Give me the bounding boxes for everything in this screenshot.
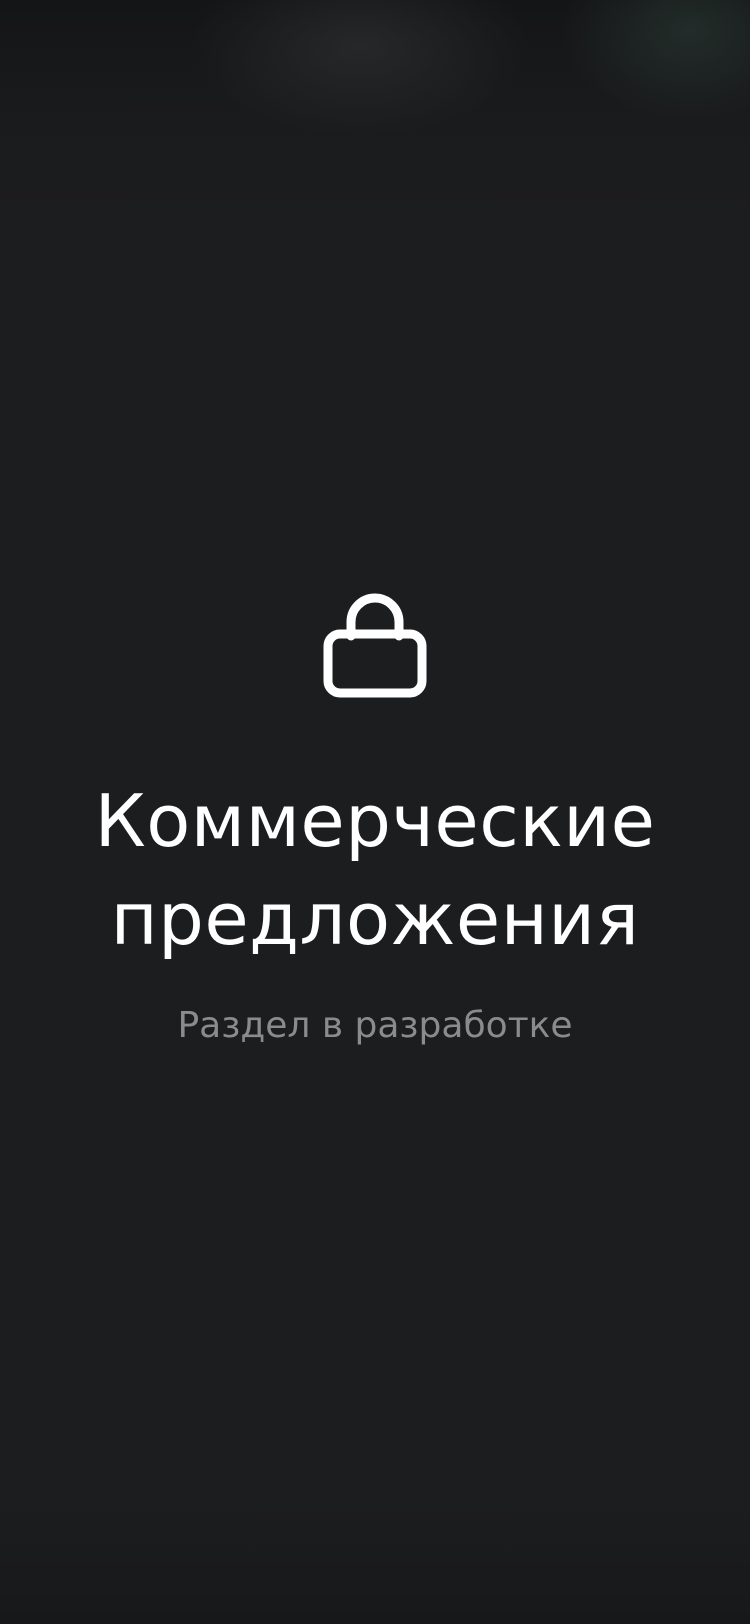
page-title-line-1: Коммерческие	[94, 779, 656, 863]
page-title-line-2: предложения	[110, 877, 640, 961]
status-subtitle: Раздел в разработке	[177, 1005, 573, 1046]
lock-icon	[323, 593, 427, 698]
locked-section-placeholder: Коммерческие предложения Раздел в разраб…	[0, 582, 750, 1048]
screen: Коммерческие предложения Раздел в разраб…	[0, 0, 750, 1624]
bottom-gradient	[0, 1504, 750, 1624]
top-gradient	[0, 0, 750, 220]
page-title: Коммерческие предложения	[0, 772, 750, 968]
